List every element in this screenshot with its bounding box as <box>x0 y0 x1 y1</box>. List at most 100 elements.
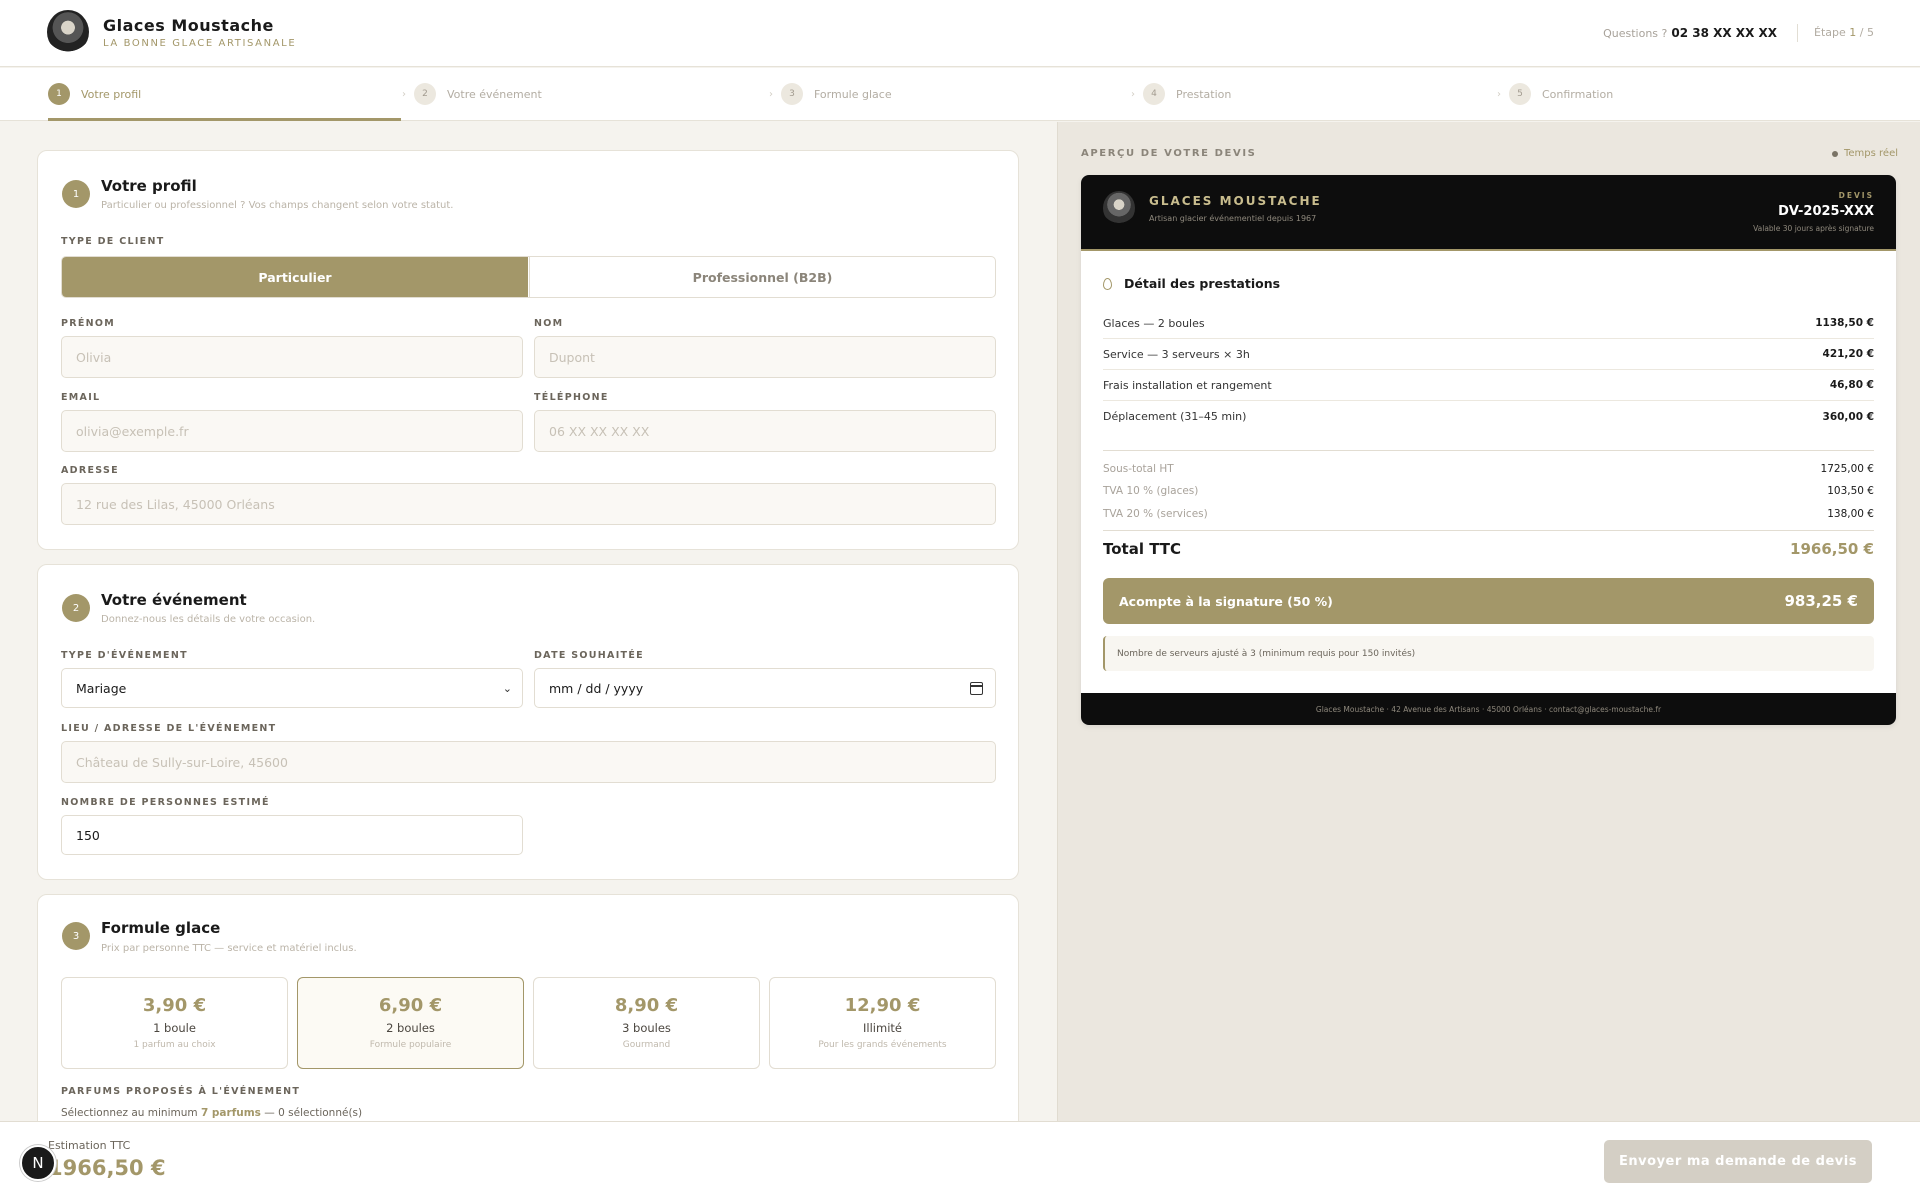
quote-vat10-row: TVA 10 % (glaces) 103,50 € <box>1103 485 1874 497</box>
phone-link[interactable]: 02 38 XX XX XX <box>1671 26 1777 40</box>
servers-note: Nombre de serveurs ajusté à 3 (minimum r… <box>1103 636 1874 671</box>
firstname-input[interactable]: Olivia <box>61 336 523 378</box>
vat20-amount: 138,00 € <box>1827 508 1874 520</box>
client-private-option[interactable]: Particulier <box>62 257 528 297</box>
vat10-label: TVA 10 % (glaces) <box>1103 485 1199 497</box>
guests-input[interactable]: 150 <box>61 815 523 855</box>
header-divider <box>1797 24 1798 42</box>
formula-price: 8,90 € <box>614 995 679 1016</box>
profile-card: 1 Votre profil Particulier ou profession… <box>37 150 1019 550</box>
section-number: 3 <box>62 922 90 950</box>
formula-price: 12,90 € <box>844 995 921 1016</box>
bulldog-logo-icon <box>1103 191 1135 225</box>
section-title: Votre profil <box>101 177 197 195</box>
formula-price: 6,90 € <box>378 995 443 1016</box>
live-indicator: Temps réel <box>1831 148 1898 159</box>
step-event[interactable]: › 2 Votre événement <box>402 82 542 106</box>
bottom-bar: Estimation TTC 1966,50 € N Envoyer ma de… <box>0 1121 1920 1200</box>
quote-number: DV-2025-XXX <box>1778 204 1874 219</box>
live-label: Temps réel <box>1843 148 1898 159</box>
formula-option-3-scoops[interactable]: 8,90 € 3 boules Gourmand <box>533 977 760 1069</box>
step-formula[interactable]: › 3 Formule glace <box>769 82 892 106</box>
flavors-hint-pre: Sélectionnez au minimum <box>61 1107 198 1119</box>
event-type-label: TYPE D'ÉVÉNEMENT <box>61 650 188 661</box>
quote-subtotal-row: Sous-total HT 1725,00 € <box>1103 463 1874 475</box>
quote-line-label: Frais installation et rangement <box>1103 378 1272 392</box>
formula-price: 3,90 € <box>142 995 207 1016</box>
phone-input[interactable]: 06 XX XX XX XX <box>534 410 996 452</box>
quote-line-amount: 1138,50 € <box>1815 317 1874 329</box>
bulldog-logo-icon[interactable] <box>47 10 89 54</box>
quote-line-label: Déplacement (31–45 min) <box>1103 410 1247 423</box>
quote-header: GLACES MOUSTACHE Artisan glacier événeme… <box>1081 175 1896 251</box>
formula-desc: Pour les grands événements <box>818 1040 947 1050</box>
quote-line-amount: 360,00 € <box>1822 410 1874 423</box>
lastname-label: NOM <box>534 318 564 329</box>
event-type-value: Mariage <box>76 680 127 696</box>
quote-footer: Glaces Moustache · 42 Avenue des Artisan… <box>1081 693 1896 725</box>
total-amount: 1966,50 € <box>1790 540 1874 558</box>
step-counter-label: Étape <box>1814 26 1846 39</box>
chevron-down-icon: ⌄ <box>502 682 512 695</box>
section-subtitle: Donnez-nous les détails de votre occasio… <box>101 614 316 625</box>
drop-icon <box>1103 277 1112 290</box>
event-card: 2 Votre événement Donnez-nous les détail… <box>37 564 1019 880</box>
address-input[interactable]: 12 rue des Lilas, 45000 Orléans <box>61 483 996 525</box>
email-input[interactable]: olivia@exemple.fr <box>61 410 523 452</box>
quote-validity: Valable 30 jours après signature <box>1753 224 1874 233</box>
formula-option-2-scoops[interactable]: 6,90 € 2 boules Formule populaire <box>297 977 524 1069</box>
step-number: 1 <box>48 83 70 105</box>
step-label: Prestation <box>1176 87 1232 101</box>
vat20-label: TVA 20 % (services) <box>1103 508 1208 520</box>
place-input[interactable]: Château de Sully-sur-Loire, 45600 <box>61 741 996 783</box>
calendar-icon[interactable] <box>969 682 983 695</box>
section-title: Formule glace <box>101 919 221 937</box>
phone-label: TÉLÉPHONE <box>534 392 609 403</box>
progress-stepper: 1 Votre profil › 2 Votre événement › 3 F… <box>0 68 1920 121</box>
questions-label: Questions ? <box>1603 27 1668 40</box>
active-step-indicator <box>48 118 401 121</box>
section-subtitle: Prix par personne TTC — service et matér… <box>101 943 357 954</box>
brand-name: Glaces Moustache <box>103 16 274 35</box>
subtotal-amount: 1725,00 € <box>1820 463 1874 475</box>
n-avatar-icon[interactable]: N <box>20 1145 56 1181</box>
formula-option-1-scoop[interactable]: 3,90 € 1 boule 1 parfum au choix <box>61 977 288 1069</box>
quote-section-label: Détail des prestations <box>1124 276 1281 291</box>
deposit-label: Acompte à la signature (50 %) <box>1119 593 1333 609</box>
step-counter-total: / 5 <box>1859 26 1874 39</box>
step-number: 4 <box>1143 83 1165 105</box>
quote-vat20-row: TVA 20 % (services) 138,00 € <box>1103 508 1874 520</box>
client-b2b-option[interactable]: Professionnel (B2B) <box>529 257 995 297</box>
chevron-right-icon: › <box>1497 88 1501 100</box>
client-type-label: TYPE DE CLIENT <box>61 236 165 247</box>
divider <box>1103 530 1874 531</box>
date-input[interactable]: mm / dd / yyyy <box>534 668 996 708</box>
flavors-label: PARFUMS PROPOSÉS À L'ÉVÉNEMENT <box>61 1086 301 1097</box>
step-number: 2 <box>414 83 436 105</box>
step-service[interactable]: › 4 Prestation <box>1131 82 1231 106</box>
flavors-min: 7 parfums <box>200 1107 261 1119</box>
quote-line: Service — 3 serveurs × 3h 421,20 € <box>1103 339 1874 370</box>
step-profile[interactable]: 1 Votre profil <box>48 82 141 106</box>
formula-name: Illimité <box>863 1021 902 1035</box>
quote-panel-title: APERÇU DE VOTRE DEVIS <box>1081 148 1257 159</box>
event-type-select[interactable]: Mariage ⌄ <box>61 668 523 708</box>
total-label: Total TTC <box>1103 540 1182 558</box>
formula-card: 3 Formule glace Prix par personne TTC — … <box>37 894 1019 1134</box>
deposit-amount: 983,25 € <box>1784 592 1858 610</box>
formula-option-unlimited[interactable]: 12,90 € Illimité Pour les grands événeme… <box>769 977 996 1069</box>
formula-name: 2 boules <box>386 1021 435 1035</box>
section-subtitle: Particulier ou professionnel ? Vos champ… <box>101 200 454 211</box>
step-counter-current: 1 <box>1849 26 1857 39</box>
flavors-hint-post: — 0 sélectionné(s) <box>264 1107 363 1119</box>
date-label: DATE SOUHAITÉE <box>534 650 644 661</box>
formula-name: 1 boule <box>153 1021 196 1035</box>
step-confirmation[interactable]: › 5 Confirmation <box>1497 82 1613 106</box>
quote-line: Glaces — 2 boules 1138,50 € <box>1103 308 1874 339</box>
divider <box>1103 450 1874 451</box>
quote-brand: GLACES MOUSTACHE <box>1149 194 1322 208</box>
send-quote-button[interactable]: Envoyer ma demande de devis <box>1604 1140 1872 1183</box>
firstname-label: PRÉNOM <box>61 318 116 329</box>
lastname-input[interactable]: Dupont <box>534 336 996 378</box>
chevron-right-icon: › <box>769 88 773 100</box>
